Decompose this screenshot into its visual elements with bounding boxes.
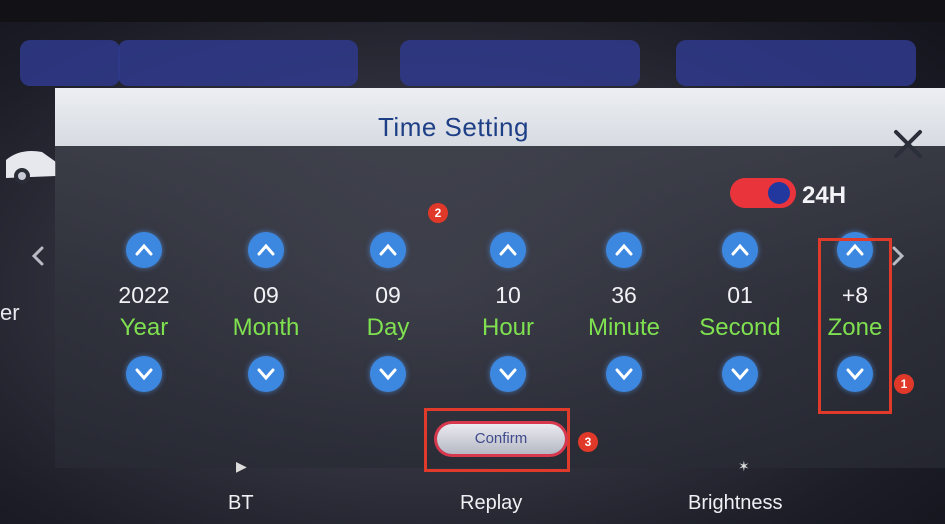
minute-decrement-button[interactable] <box>606 356 642 392</box>
bottom-item-bt[interactable]: BT <box>228 492 254 515</box>
chevron-down-icon <box>135 368 153 381</box>
chevron-down-icon <box>615 368 633 381</box>
month-label: Month <box>232 314 300 341</box>
year-spinner: 2022 Year <box>84 230 204 400</box>
year-value: 2022 <box>118 282 170 308</box>
year-increment-button[interactable] <box>126 232 162 268</box>
background-card-2 <box>118 40 358 86</box>
chevron-down-icon <box>731 368 749 381</box>
confirm-button[interactable]: Confirm <box>437 424 565 454</box>
chevron-up-icon <box>615 243 633 256</box>
minute-label: Minute <box>587 314 661 341</box>
close-icon[interactable] <box>888 124 928 164</box>
minute-value: 36 <box>611 282 637 308</box>
day-spinner: 09 Day <box>328 230 448 400</box>
hour-decrement-button[interactable] <box>490 356 526 392</box>
second-label: Second <box>699 314 781 341</box>
day-value: 09 <box>375 282 401 308</box>
annotation-badge-2: 2 <box>428 203 448 223</box>
annotation-badge-1: 1 <box>894 374 914 394</box>
brightness-icon: ✶ <box>738 458 750 474</box>
zone-highlight-box <box>818 238 892 414</box>
car-icon <box>6 151 56 184</box>
bt-icon: ▶ <box>236 458 247 474</box>
background-card-4 <box>676 40 916 86</box>
second-value: 01 <box>727 282 753 308</box>
chevron-down-icon <box>379 368 397 381</box>
hour-format-toggle[interactable] <box>730 178 796 208</box>
month-spinner: 09 Month <box>206 230 326 400</box>
minute-increment-button[interactable] <box>606 232 642 268</box>
dialog-title: Time Setting <box>378 112 529 142</box>
hour-label: Hour <box>481 314 535 341</box>
bottom-item-brightness[interactable]: Brightness <box>688 492 783 515</box>
device-screen: er Time Setting 24H 2022 Year 09 Month 0… <box>0 0 945 524</box>
day-decrement-button[interactable] <box>370 356 406 392</box>
second-decrement-button[interactable] <box>722 356 758 392</box>
year-decrement-button[interactable] <box>126 356 162 392</box>
minute-spinner: 36 Minute <box>564 230 684 400</box>
bottom-item-replay[interactable]: Replay <box>460 492 522 515</box>
chevron-up-icon <box>379 243 397 256</box>
hour-format-label: 24H <box>802 182 847 209</box>
chevron-up-icon <box>135 243 153 256</box>
screen-bezel <box>0 0 945 22</box>
second-increment-button[interactable] <box>722 232 758 268</box>
second-spinner: 01 Second <box>680 230 800 400</box>
annotation-badge-3: 3 <box>578 432 598 452</box>
year-label: Year <box>119 314 169 341</box>
month-increment-button[interactable] <box>248 232 284 268</box>
hour-spinner: 10 Hour <box>448 230 568 400</box>
hour-value: 10 <box>495 282 521 308</box>
chevron-up-icon <box>257 243 275 256</box>
background-card-3 <box>400 40 640 86</box>
toggle-knob <box>768 182 790 204</box>
background-partial-text: er <box>0 300 20 325</box>
day-increment-button[interactable] <box>370 232 406 268</box>
month-value: 09 <box>253 282 279 308</box>
day-label: Day <box>366 314 410 341</box>
month-decrement-button[interactable] <box>248 356 284 392</box>
hour-increment-button[interactable] <box>490 232 526 268</box>
chevron-down-icon <box>499 368 517 381</box>
chevron-up-icon <box>731 243 749 256</box>
chevron-down-icon <box>257 368 275 381</box>
chevron-up-icon <box>499 243 517 256</box>
chevron-left-icon[interactable] <box>20 238 56 274</box>
background-card-1 <box>20 40 120 86</box>
